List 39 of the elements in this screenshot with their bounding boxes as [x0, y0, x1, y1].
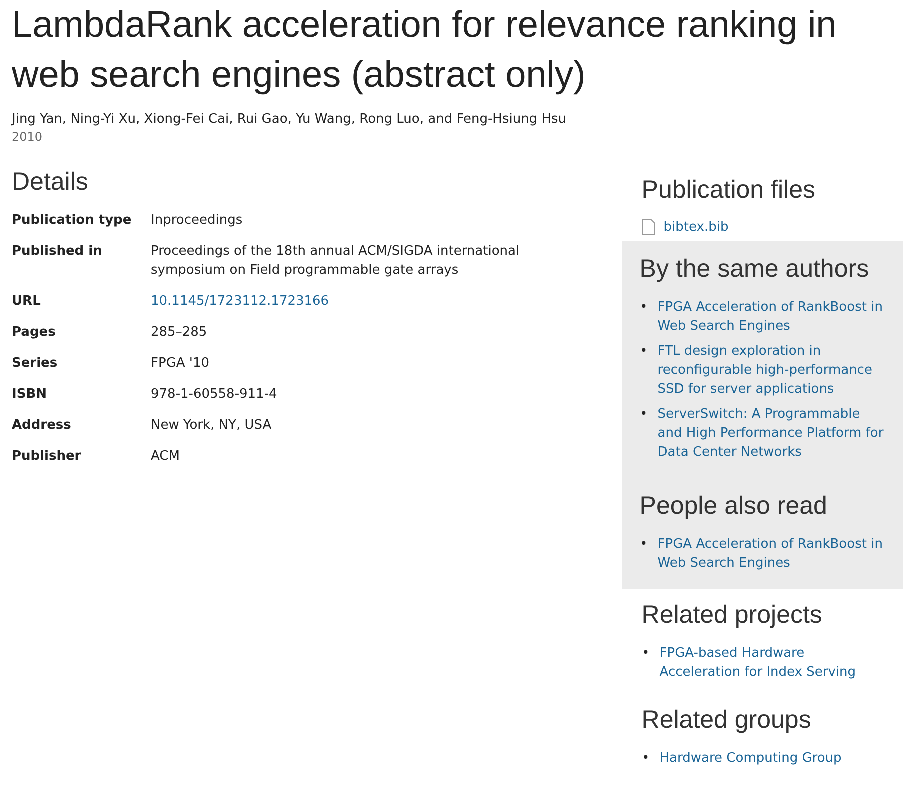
bullet-mark: • — [640, 299, 648, 317]
section-heading: Related groups — [642, 706, 812, 735]
section-heading: Publication files — [642, 176, 816, 205]
related-link[interactable]: FPGA-based Hardware Acceleration for Index Serving — [660, 644, 883, 682]
detail-value: ACM — [151, 448, 181, 466]
detail-label: Address — [12, 417, 72, 435]
detail-value: Proceedings of the 18th annual ACM/SIGDA international symposium on Field programmable gate arrays — [151, 243, 521, 280]
detail-label: URL — [12, 293, 42, 311]
bullet-mark: • — [640, 406, 648, 424]
bullet-mark: • — [642, 750, 650, 768]
detail-value: Inproceedings — [151, 212, 244, 230]
detail-label: Publication type — [12, 212, 133, 230]
detail-value: 978-1-60558-911-4 — [151, 386, 278, 404]
detail-label: ISBN — [12, 386, 48, 404]
section-heading: Details — [12, 168, 90, 197]
publication-year: 2010 — [12, 130, 44, 144]
section-heading: Related projects — [642, 601, 824, 630]
detail-value: 285–285 — [151, 324, 208, 342]
file-link[interactable]: bibtex.bib — [664, 220, 729, 234]
author-list: Jing Yan, Ning-Yi Xu, Xiong-Fei Cai, Rui Gao, Yu Wang, Rong Luo, and Feng-Hsiung Hsu — [12, 112, 903, 127]
detail-label: Published in — [12, 243, 104, 261]
detail-label: Series — [12, 355, 59, 373]
related-link[interactable]: ServerSwitch: A Programmable and High Performance Platform for Data Center Networks — [658, 405, 885, 462]
bullet-mark: • — [640, 536, 648, 554]
page-title: LambdaRank acceleration for relevance ranking in web search engines (abstract only) — [12, 3, 838, 97]
section-heading: People also read — [640, 492, 828, 521]
detail-value: New York, NY, USA — [151, 417, 273, 435]
detail-value: FPGA '10 — [151, 355, 211, 373]
bullet-mark: • — [642, 645, 650, 663]
doi-link[interactable]: 10.1145/1723112.1723166 — [151, 294, 330, 309]
related-link[interactable]: FPGA Acceleration of RankBoost in Web Search Engines — [658, 298, 885, 336]
file-icon — [642, 219, 656, 235]
related-link[interactable]: FTL design exploration in reconfigurable high-performance SSD for server applications — [658, 342, 885, 399]
related-link[interactable]: Hardware Computing Group — [660, 749, 842, 768]
bullet-mark: • — [640, 343, 648, 361]
section-heading: By the same authors — [640, 255, 870, 284]
detail-label: Pages — [12, 324, 57, 342]
detail-label: Publisher — [12, 448, 82, 466]
related-link[interactable]: FPGA Acceleration of RankBoost in Web Search Engines — [658, 535, 885, 573]
